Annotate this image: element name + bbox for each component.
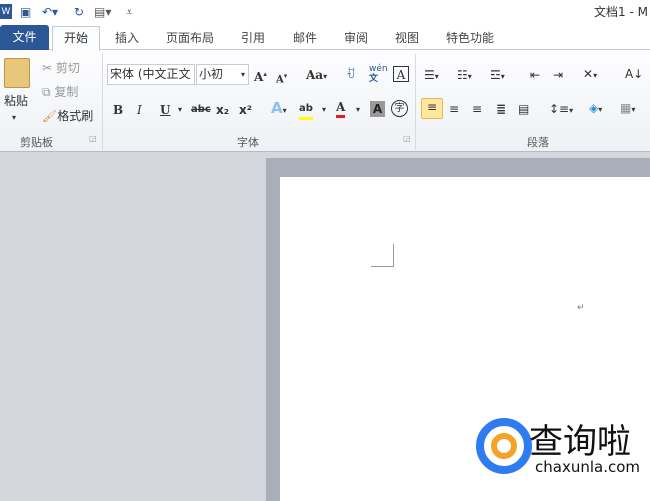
change-case-button[interactable]: Aa▾ <box>306 67 327 84</box>
char-shading-button[interactable]: A <box>370 101 385 117</box>
tab-home[interactable]: 开始 <box>52 26 100 51</box>
chevron-down-icon: ▾ <box>240 70 245 79</box>
enclose-chars-button[interactable]: 字 <box>391 100 408 117</box>
clipboard-group-label: 剪贴板 <box>20 136 53 149</box>
subscript-button[interactable]: x₂ <box>216 102 229 118</box>
wen-phonetic-icon[interactable]: wén 文 <box>369 64 388 84</box>
increase-indent-icon[interactable]: ⇥ <box>553 67 563 83</box>
grow-font-icon[interactable]: A▴ <box>254 66 267 85</box>
bold-button[interactable]: B <box>113 102 123 118</box>
font-launcher-icon[interactable]: ◲ <box>403 134 411 143</box>
tab-references[interactable]: 引用 <box>241 29 265 46</box>
title-bar: W ▣ ↶▾ ↻ ▤▾ ⩡ 文档1 - M <box>0 0 650 25</box>
shading-icon[interactable]: ◈▾ <box>589 100 602 118</box>
shrink-font-icon[interactable]: A▾ <box>276 68 287 88</box>
scissors-icon: ✂ <box>42 61 53 75</box>
tab-page-layout[interactable]: 页面布局 <box>166 29 214 46</box>
line-spacing-icon[interactable]: ↕≡▾ <box>549 101 573 119</box>
char-border-button[interactable]: A <box>393 66 409 82</box>
watermark-url: chaxunla.com <box>535 458 640 476</box>
distributed-icon[interactable]: ▤ <box>518 101 529 117</box>
clipboard-launcher-icon[interactable]: ◲ <box>89 134 97 143</box>
paste-dropdown-icon[interactable]: ▾ <box>12 110 16 126</box>
sort-icon[interactable]: A↓ <box>625 66 643 82</box>
tab-review[interactable]: 审阅 <box>344 29 368 46</box>
strikethrough-button[interactable]: abc <box>191 102 211 118</box>
justify-icon[interactable]: ≣ <box>496 101 506 117</box>
print-preview-icon[interactable]: ▤▾ <box>94 4 111 20</box>
tab-insert[interactable]: 插入 <box>115 29 139 46</box>
paste-button[interactable]: 粘贴 <box>4 93 28 109</box>
align-left-button[interactable]: ≡ <box>421 98 443 119</box>
tab-file[interactable]: 文件 <box>0 25 49 50</box>
chinese-layout-icon[interactable]: ✕▾ <box>583 66 597 84</box>
font-name-select[interactable]: 宋体 (中文正文 <box>107 64 195 85</box>
numbering-icon[interactable]: ☷▾ <box>457 67 472 85</box>
format-painter-button[interactable]: 🖌格式刷 <box>42 108 93 124</box>
underline-button[interactable]: U <box>160 102 170 118</box>
margin-corner-mark <box>371 244 394 267</box>
watermark-brand: 查询啦 <box>529 422 631 462</box>
paste-icon[interactable] <box>4 58 30 88</box>
align-right-icon[interactable]: ≡ <box>472 101 482 117</box>
tab-view[interactable]: 视图 <box>395 29 419 46</box>
underline-dropdown-icon[interactable]: ▾ <box>178 102 182 118</box>
watermark-magnifier-icon <box>491 433 517 459</box>
cut-button[interactable]: ✂ 剪切 <box>42 60 80 76</box>
font-color-dropdown-icon[interactable]: ▾ <box>356 102 360 118</box>
font-group-label: 字体 <box>237 136 259 149</box>
font-color-button[interactable]: A <box>336 99 346 118</box>
tab-mailings[interactable]: 邮件 <box>293 29 317 46</box>
undo-icon[interactable]: ↶▾ <box>42 4 58 20</box>
font-size-select[interactable]: 小初 ▾ <box>196 64 249 85</box>
copy-icon: ⧉ <box>42 85 51 99</box>
borders-icon[interactable]: ▦▾ <box>620 100 635 118</box>
align-left-icon: ≡ <box>426 100 438 114</box>
phonetic-guide-icon[interactable]: ꀀ <box>346 66 355 82</box>
divider <box>415 54 416 150</box>
multilevel-list-icon[interactable]: ☲▾ <box>490 67 505 85</box>
document-page[interactable]: ↵ 查询啦 chaxunla.com <box>280 177 650 501</box>
redo-icon[interactable]: ↻ <box>74 4 84 20</box>
brush-icon: 🖌 <box>42 109 58 123</box>
save-icon[interactable]: ▣ <box>20 4 31 20</box>
tab-special[interactable]: 特色功能 <box>446 29 494 46</box>
paragraph-group-label: 段落 <box>527 136 549 149</box>
window-title: 文档1 - M <box>594 5 648 19</box>
superscript-button[interactable]: x² <box>239 102 252 118</box>
divider <box>102 54 103 150</box>
copy-button[interactable]: ⧉ 复制 <box>42 84 78 100</box>
bullets-icon[interactable]: ☰▾ <box>424 67 439 85</box>
customize-icon[interactable]: ⩡ <box>126 4 133 20</box>
align-center-icon[interactable]: ≡ <box>449 101 459 117</box>
text-effects-icon[interactable]: A▾ <box>271 100 287 119</box>
italic-button[interactable]: I <box>137 102 142 118</box>
watermark-logo-icon <box>476 418 532 474</box>
decrease-indent-icon[interactable]: ⇤ <box>530 67 540 83</box>
word-logo-icon: W <box>0 4 12 19</box>
highlight-button[interactable]: ab <box>299 101 313 120</box>
highlight-dropdown-icon[interactable]: ▾ <box>322 102 326 118</box>
paragraph-mark-icon: ↵ <box>577 303 585 313</box>
